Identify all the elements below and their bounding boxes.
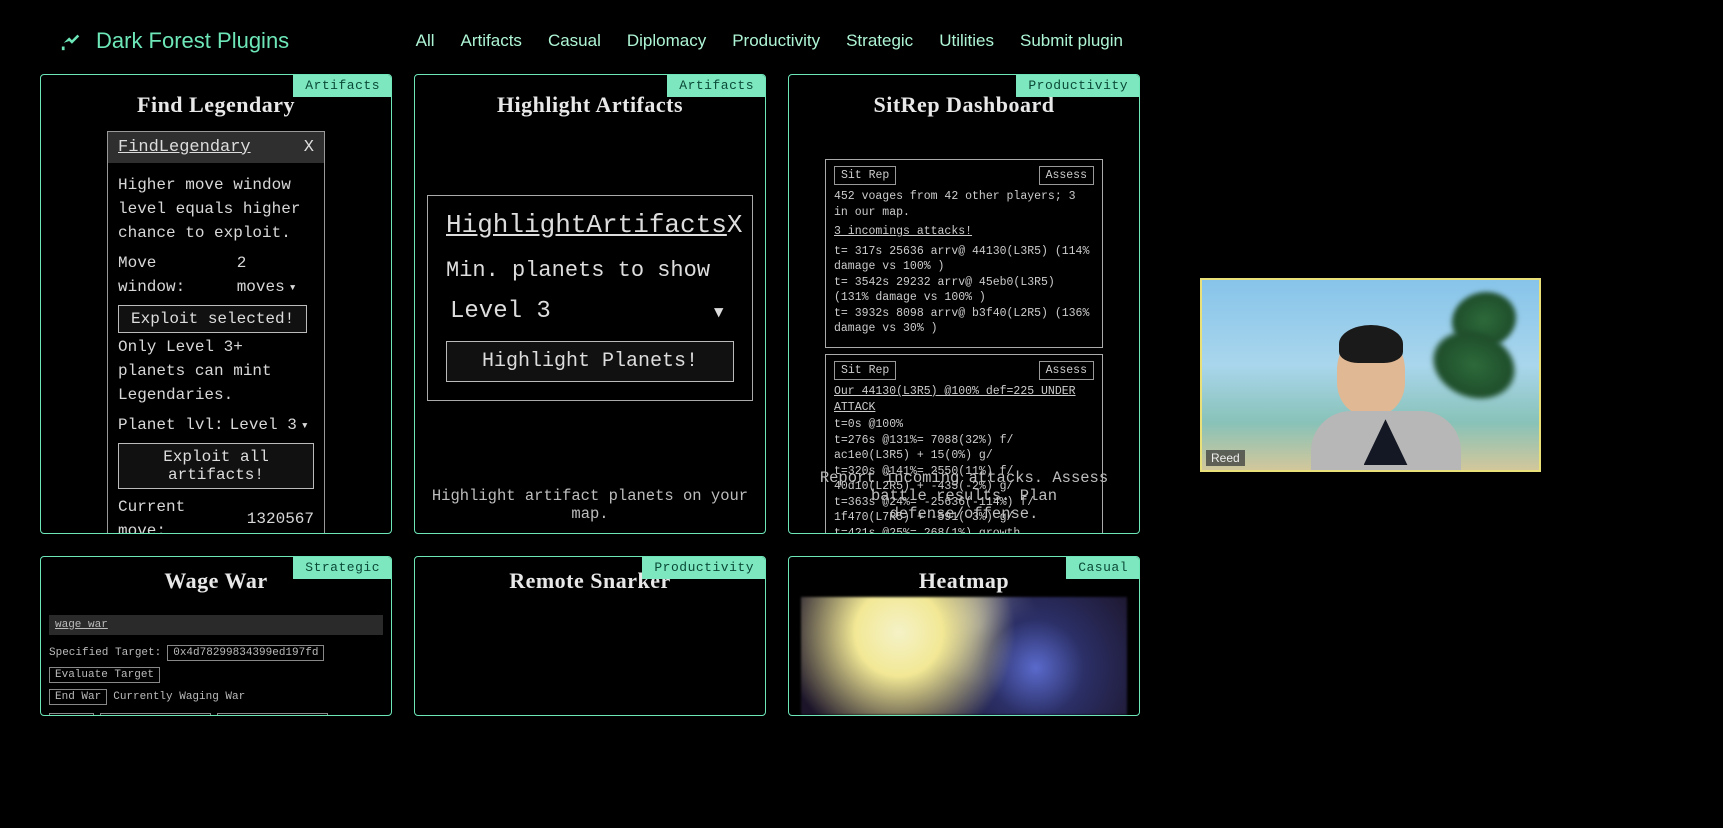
sitrep-line: t=0s @100% xyxy=(834,417,1094,433)
nav-utilities[interactable]: Utilities xyxy=(939,31,994,51)
sitrep-top-row: Sit Rep Assess xyxy=(834,361,1094,381)
sitrep-button[interactable]: Sit Rep xyxy=(834,361,896,381)
move-window-row: Move window: 2 moves xyxy=(118,251,314,299)
plugin-window-name: HighlightArtifacts xyxy=(446,210,727,240)
tab-stats[interactable]: Stats xyxy=(49,713,94,717)
nav-strategic[interactable]: Strategic xyxy=(846,31,913,51)
webcam-overlay: Reed xyxy=(1200,278,1541,472)
tabs-row: Stats Target Priority My Participants xyxy=(49,713,383,717)
speaker-figure xyxy=(1311,333,1431,472)
plugin-grid: Artifacts Find Legendary FindLegendary X… xyxy=(40,74,1143,716)
sitrep-alert: 3 incomings attacks! xyxy=(834,224,1094,240)
sitrep-summary: 452 voages from 42 other players; 3 in o… xyxy=(834,189,1094,220)
planet-lvl-label: Planet lvl: xyxy=(118,413,224,437)
end-war-button[interactable]: End War xyxy=(49,689,107,705)
close-icon[interactable]: X xyxy=(727,210,743,240)
card-highlight-artifacts[interactable]: Artifacts Highlight Artifacts HighlightA… xyxy=(414,74,766,534)
card-sitrep[interactable]: Productivity SitRep Dashboard Sit Rep As… xyxy=(788,74,1140,534)
planet-lvl-row: Planet lvl: Level 3 xyxy=(118,413,314,437)
level-value: Level 3 xyxy=(450,298,551,325)
planet-lvl-select[interactable]: Level 3 xyxy=(230,413,309,437)
wage-war-label: wage war xyxy=(55,619,108,631)
main-content: Dark Forest Plugins All Artifacts Casual… xyxy=(0,0,1183,828)
nav-all[interactable]: All xyxy=(416,31,435,51)
nav: All Artifacts Casual Diplomacy Productiv… xyxy=(416,31,1123,51)
current-move-value: 1320567 xyxy=(247,507,314,531)
plugin-window-body: Higher move window level equals higher c… xyxy=(108,163,324,535)
category-tag: Productivity xyxy=(642,556,766,579)
sitrep-line: t=276s @131%= 7088(32%) f/ ac1e0(L3R5) +… xyxy=(834,433,1094,464)
heatmap-preview xyxy=(801,597,1127,715)
assess-button[interactable]: Assess xyxy=(1039,166,1094,186)
header: Dark Forest Plugins All Artifacts Casual… xyxy=(40,0,1143,74)
category-tag: Productivity xyxy=(1016,74,1140,97)
sitrep-button[interactable]: Sit Rep xyxy=(834,166,896,186)
nav-casual[interactable]: Casual xyxy=(548,31,601,51)
speaker-name: Reed xyxy=(1206,450,1245,466)
card-heatmap[interactable]: Casual Heatmap xyxy=(788,556,1140,716)
desc-text: Higher move window level equals higher c… xyxy=(118,173,314,245)
current-move-label: Current move: xyxy=(118,495,241,535)
status-row: End War Currently Waging War xyxy=(49,689,383,705)
card-find-legendary[interactable]: Artifacts Find Legendary FindLegendary X… xyxy=(40,74,392,534)
sitrep-line: t= 3932s 8098 arrv@ b3f40(L2R5) (136% da… xyxy=(834,306,1094,337)
sitrep-line: t= 317s 25636 arrv@ 44130(L3R5) (114% da… xyxy=(834,244,1094,275)
sitrep-line: t=421s @25%= 268(1%) growth xyxy=(834,526,1094,534)
target-label: Specified Target: xyxy=(49,647,161,659)
card-remote-snarker[interactable]: Productivity Remote Snarker xyxy=(414,556,766,716)
target-value: 0x4d78299834399ed197fd xyxy=(167,645,324,661)
evaluate-target-button[interactable]: Evaluate Target xyxy=(49,667,160,683)
min-planets-label: Min. planets to show xyxy=(446,258,734,283)
mint-note: Only Level 3+ planets can mint Legendari… xyxy=(118,335,314,407)
chevron-down-icon: ▾ xyxy=(712,297,726,327)
plugin-window: FindLegendary X Higher move window level… xyxy=(107,131,325,535)
brand[interactable]: Dark Forest Plugins xyxy=(60,28,289,54)
card-footer: Report incoming attacks. Assess battle r… xyxy=(789,469,1139,523)
sitrep-panel-1: Sit Rep Assess 452 voages from 42 other … xyxy=(825,159,1103,348)
brand-text: Dark Forest Plugins xyxy=(96,28,289,54)
nav-artifacts[interactable]: Artifacts xyxy=(461,31,522,51)
tab-target-priority[interactable]: Target Priority xyxy=(100,713,211,717)
logo-icon xyxy=(60,30,82,52)
plugin-window-header: FindLegendary X xyxy=(108,132,324,163)
category-tag: Artifacts xyxy=(293,74,392,97)
card-wage-war[interactable]: Strategic Wage War wage war Specified Ta… xyxy=(40,556,392,716)
current-move-row: Current move: 1320567 xyxy=(118,495,314,535)
exploit-selected-button[interactable]: Exploit selected! xyxy=(118,305,307,333)
move-window-label: Move window: xyxy=(118,251,231,299)
category-tag: Strategic xyxy=(293,556,392,579)
sitrep-line: t= 3542s 29232 arrv@ 45eb0(L3R5) (131% d… xyxy=(834,275,1094,306)
wage-war-body: wage war Specified Target: 0x4d782998343… xyxy=(49,615,383,717)
plugin-window-body: Min. planets to show Level 3 ▾ Highlight… xyxy=(428,248,752,400)
highlight-planets-button[interactable]: Highlight Planets! xyxy=(446,341,734,382)
nav-diplomacy[interactable]: Diplomacy xyxy=(627,31,706,51)
plugin-window-header: HighlightArtifacts X xyxy=(428,196,752,248)
nav-submit[interactable]: Submit plugin xyxy=(1020,31,1123,51)
card-footer: Highlight artifact planets on your map. xyxy=(415,487,765,523)
category-tag: Casual xyxy=(1066,556,1140,579)
category-tag: Artifacts xyxy=(667,74,766,97)
wage-war-header: wage war xyxy=(49,615,383,635)
plugin-window: HighlightArtifacts X Min. planets to sho… xyxy=(427,195,753,401)
level-select[interactable]: Level 3 ▾ xyxy=(446,283,734,341)
target-row: Specified Target: 0x4d78299834399ed197fd… xyxy=(49,645,383,683)
under-attack: Our 44130(L3R5) @100% def=225 UNDER ATTA… xyxy=(834,384,1094,415)
plugin-window-name: FindLegendary xyxy=(118,138,251,157)
close-icon[interactable]: X xyxy=(304,138,314,157)
war-status: Currently Waging War xyxy=(113,691,245,703)
tab-my-participants[interactable]: My Participants xyxy=(217,713,328,717)
exploit-all-button[interactable]: Exploit all artifacts! xyxy=(118,443,314,489)
move-window-select[interactable]: 2 moves xyxy=(237,251,314,299)
assess-button[interactable]: Assess xyxy=(1039,361,1094,381)
sitrep-top-row: Sit Rep Assess xyxy=(834,166,1094,186)
nav-productivity[interactable]: Productivity xyxy=(732,31,820,51)
